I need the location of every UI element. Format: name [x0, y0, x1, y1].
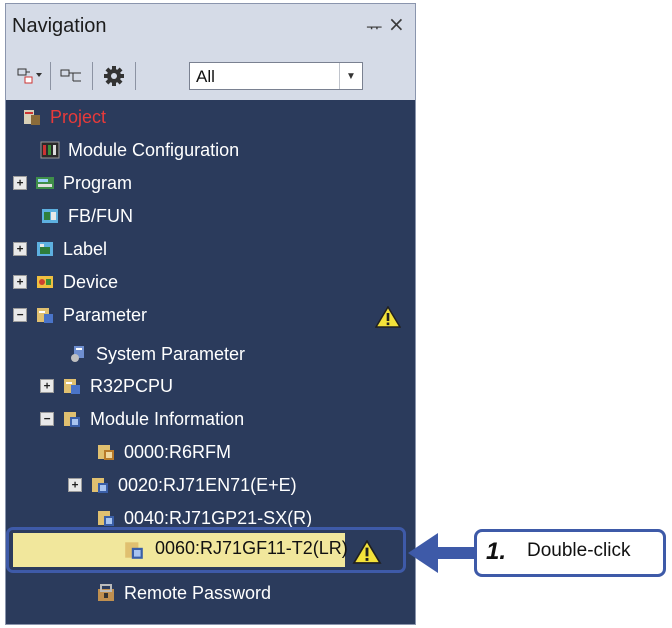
expand-icon[interactable]: + — [13, 275, 27, 289]
filter-select-value: All — [196, 67, 215, 86]
tree-view-icon — [60, 69, 81, 82]
tree-item-label: FB/FUN — [68, 205, 133, 226]
tree-item-remote-password[interactable]: Remote Password — [96, 578, 271, 608]
tree-item-system-parameter[interactable]: System Parameter — [68, 339, 245, 369]
module-configuration-icon — [40, 141, 60, 159]
tree-item-label: Label — [63, 238, 108, 259]
tree-view-button[interactable] — [57, 62, 87, 90]
tree-item-label: Module Information — [90, 408, 245, 429]
gear-icon — [104, 66, 124, 86]
tree-item-project[interactable]: Project — [22, 102, 106, 132]
parameter-icon — [37, 308, 53, 323]
module-icon — [98, 445, 114, 460]
tree-item-module-0000[interactable]: 0000:R6RFM — [96, 437, 231, 467]
tree-item-label: 0040:RJ71GP21-SX(R) — [124, 507, 313, 528]
chevron-down-icon[interactable]: ▼ — [339, 63, 362, 89]
pin-icon[interactable]: ᅲ — [366, 14, 383, 40]
expand-icon[interactable]: + — [40, 379, 54, 393]
warning-icon — [352, 540, 382, 564]
remote-password-icon — [98, 584, 114, 601]
collapse-icon[interactable]: − — [13, 308, 27, 322]
cpu-parameter-icon — [64, 379, 80, 394]
step-number: 1. — [486, 538, 507, 565]
tree-item-label: Module Configuration — [68, 139, 240, 160]
module-icon — [125, 542, 143, 559]
tree-item-label: Project — [50, 106, 107, 127]
module-information-icon — [64, 412, 80, 427]
expand-collapse-icon — [17, 68, 42, 84]
collapse-icon[interactable]: − — [40, 412, 54, 426]
tree-item-r32pcpu[interactable]: + R32PCPU — [40, 371, 173, 401]
expand-icon[interactable]: + — [13, 242, 27, 256]
tree-item-label: System Parameter — [96, 343, 246, 364]
system-parameter-icon — [71, 346, 84, 362]
tree-item-fb-fun[interactable]: FB/FUN — [40, 201, 133, 231]
tree-item-module-configuration[interactable]: Module Configuration — [40, 135, 239, 165]
toolbar-separator — [135, 62, 136, 90]
panel-title: Navigation — [12, 15, 107, 37]
tree-item-module-0020[interactable]: + 0020:RJ71EN71(E+E) — [68, 470, 297, 500]
tree-item-label-node[interactable]: + Label — [13, 234, 107, 264]
tree-item-label: 0020:RJ71EN71(E+E) — [118, 474, 297, 495]
step-instruction: Double-click — [527, 540, 631, 561]
tree-item-label: 0000:R6RFM — [124, 441, 232, 462]
arrow-left-icon — [408, 533, 476, 573]
label-icon — [37, 242, 53, 256]
tree-item-label: Program — [63, 172, 133, 193]
device-icon — [37, 276, 53, 288]
expand-icon[interactable]: + — [13, 176, 27, 190]
program-icon — [36, 177, 54, 189]
tree-item-label: 0060:RJ71GF11-T2(LR) — [155, 538, 348, 558]
warning-icon — [375, 306, 401, 328]
navigation-toolbar: All ▼ — [6, 48, 415, 100]
expand-icon[interactable]: + — [68, 478, 82, 492]
module-icon — [98, 511, 114, 526]
filter-select[interactable]: All ▼ — [189, 62, 363, 90]
tree-item-program[interactable]: + Program — [13, 168, 132, 198]
tree-item-parameter[interactable]: − Parameter — [13, 300, 147, 330]
panel-titlebar: Navigation ᅲ × — [6, 4, 415, 48]
fb-fun-icon — [42, 209, 58, 223]
settings-button[interactable] — [99, 62, 129, 90]
toolbar-separator — [92, 62, 93, 90]
project-icon — [24, 110, 40, 125]
tree-item-label: Parameter — [63, 304, 148, 325]
tree-item-label: R32PCPU — [90, 375, 174, 396]
tree-item-label: Remote Password — [124, 582, 272, 603]
tree-item-label: Device — [63, 271, 119, 292]
expand-collapse-button[interactable] — [15, 62, 45, 90]
tree-item-module-information[interactable]: − Module Information — [40, 404, 244, 434]
tree-item-device[interactable]: + Device — [13, 267, 118, 297]
module-icon — [92, 478, 108, 493]
toolbar-separator — [50, 62, 51, 90]
close-icon[interactable]: × — [388, 12, 405, 36]
